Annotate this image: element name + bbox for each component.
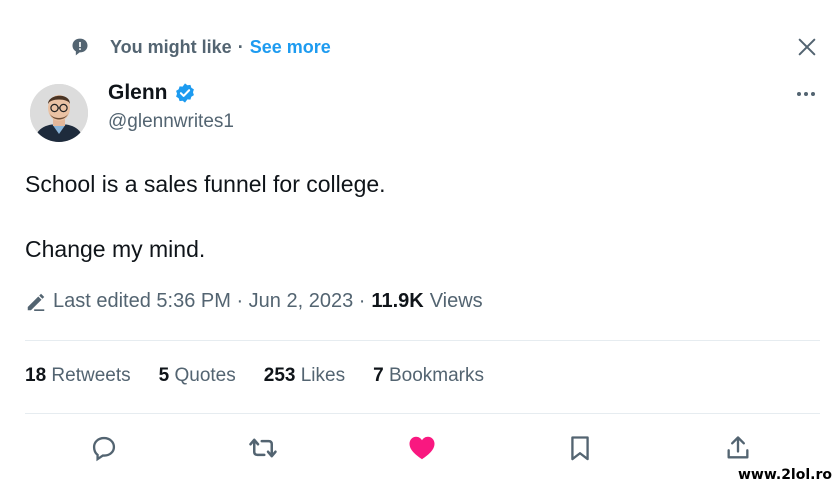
like-icon	[409, 436, 435, 460]
divider	[25, 340, 820, 341]
stat-count: 253	[263, 365, 296, 386]
close-icon[interactable]	[796, 36, 818, 58]
tweet-text-line-1: School is a sales funnel for college.	[25, 171, 386, 197]
divider	[25, 413, 820, 414]
stat-label: Likes	[300, 365, 346, 386]
like-button[interactable]	[402, 428, 442, 468]
pencil-edit-icon	[27, 293, 45, 311]
views-label: Views	[429, 290, 483, 312]
context-label: You might like	[110, 36, 232, 57]
stat-label: Retweets	[51, 365, 131, 386]
stat-count: 18	[25, 365, 47, 386]
suggestion-bubble-icon	[72, 38, 88, 56]
edited-timestamp[interactable]: Last edited 5:36 PM · Jun 2, 2023 ·	[53, 290, 365, 313]
tweet-text-line-2: Change my mind.	[25, 236, 206, 262]
more-options-icon[interactable]	[794, 82, 818, 106]
reply-icon	[92, 436, 116, 462]
stat-likes[interactable]: 253 Likes	[264, 365, 345, 387]
author-handle[interactable]: @glennwrites1	[108, 111, 234, 133]
bookmark-icon	[571, 436, 589, 461]
views-count: 11.9K	[371, 290, 424, 312]
avatar[interactable]	[30, 84, 88, 142]
stat-label: Bookmarks	[388, 365, 484, 386]
tweet-stats: 18 Retweets 5 Quotes 253 Likes 7 Bookmar…	[25, 365, 484, 387]
stat-count: 7	[373, 365, 384, 386]
share-icon	[727, 436, 749, 459]
tweet-meta: Last edited 5:36 PM · Jun 2, 2023 · 11.9…	[25, 290, 483, 313]
stat-retweets[interactable]: 18 Retweets	[25, 365, 131, 387]
stat-bookmarks[interactable]: 7 Bookmarks	[373, 365, 484, 387]
stat-quotes[interactable]: 5 Quotes	[159, 365, 236, 387]
bookmark-button[interactable]	[560, 428, 600, 468]
retweet-icon	[249, 438, 277, 458]
tweet-actions	[0, 428, 840, 468]
retweet-button[interactable]	[243, 428, 283, 468]
reply-button[interactable]	[84, 428, 124, 468]
stat-label: Quotes	[174, 365, 236, 386]
see-more-link[interactable]: See more	[250, 37, 331, 58]
stat-count: 5	[158, 365, 170, 386]
watermark: www.2lol.ro	[729, 463, 840, 487]
context-row: You might like · See more	[70, 34, 331, 60]
author-name[interactable]: Glenn	[108, 81, 168, 105]
author-name-row[interactable]: Glenn	[108, 81, 196, 105]
verified-badge-icon	[175, 83, 194, 103]
share-button[interactable]	[718, 428, 758, 468]
context-separator: ·	[237, 36, 244, 57]
